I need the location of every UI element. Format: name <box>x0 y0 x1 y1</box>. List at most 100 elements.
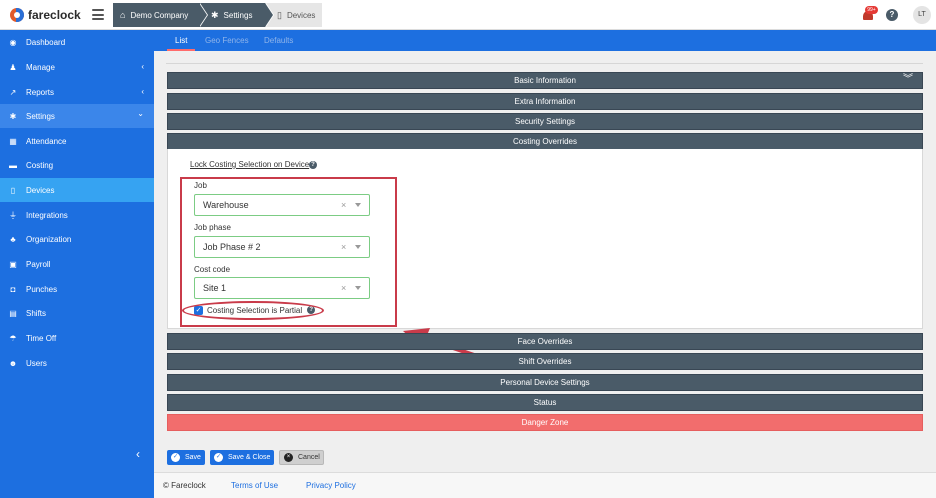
privacy-link[interactable]: Privacy Policy <box>306 473 356 498</box>
panel-face-overrides[interactable]: Face Overrides <box>167 333 923 350</box>
sidebar-item-label: Settings <box>26 111 55 121</box>
panel-personal-device-settings[interactable]: Personal Device Settings <box>167 374 923 391</box>
job-select-value: Warehouse <box>203 200 249 210</box>
sidebar-item-costing[interactable]: ▬ Costing <box>0 153 154 177</box>
costing-partial-label[interactable]: Costing Selection is Partial <box>207 306 302 315</box>
panel-danger-zone[interactable]: Danger Zone <box>167 414 923 431</box>
avatar[interactable]: LT <box>913 6 931 24</box>
dashboard-icon: ◉ <box>9 37 17 47</box>
sidebar-item-punches[interactable]: ◘ Punches <box>0 277 154 301</box>
clear-icon[interactable]: × <box>341 237 346 257</box>
panel-extra-information[interactable]: Extra Information <box>167 93 923 110</box>
cost-code-select[interactable]: Site 1 × <box>194 277 370 299</box>
tab-defaults[interactable]: Defaults <box>264 30 293 51</box>
sidebar-item-label: Payroll <box>26 259 51 269</box>
sidebar-item-organization[interactable]: ♣ Organization <box>0 227 154 251</box>
cost-code-select-value: Site 1 <box>203 283 227 293</box>
panel-costing-overrides[interactable]: Costing Overrides <box>167 133 923 150</box>
chevron-left-icon: ‹ <box>141 62 144 71</box>
sidebar-item-users[interactable]: ☻ Users <box>0 351 154 375</box>
sidebar-item-label: Users <box>26 358 47 368</box>
cancel-button[interactable]: × Cancel <box>279 450 324 465</box>
sidebar-item-label: Time Off <box>26 333 57 343</box>
cost-code-label: Cost code <box>194 265 231 274</box>
sidebar-item-settings[interactable]: ✱ Settings ⌄ <box>0 104 154 128</box>
breadcrumb-label: Settings <box>223 10 253 20</box>
attendance-icon: ▦ <box>9 136 17 146</box>
sidebar-item-label: Punches <box>26 284 58 294</box>
clear-icon[interactable]: × <box>341 195 346 215</box>
sidebar-item-shifts[interactable]: ▤ Shifts <box>0 301 154 325</box>
sidebar-item-time-off[interactable]: ☂ Time Off <box>0 326 154 350</box>
user-icon: ♟ <box>9 62 17 72</box>
save-button[interactable]: ✓ Save <box>167 450 205 465</box>
costing-partial-checkbox[interactable]: ✓ <box>194 305 203 315</box>
help-icon[interactable]: ? <box>309 161 317 169</box>
sidebar-item-label: Shifts <box>26 308 47 318</box>
breadcrumb-label: Devices <box>286 10 316 20</box>
logo-text: fareclock <box>28 8 81 22</box>
job-select[interactable]: Warehouse × <box>194 194 370 216</box>
menu-toggle-icon[interactable] <box>92 9 104 20</box>
sidebar-item-label: Devices <box>26 185 55 195</box>
double-chevron-down-icon[interactable]: ︾ <box>903 73 913 87</box>
copyright: © Fareclock <box>163 481 206 490</box>
job-label: Job <box>194 181 207 190</box>
close-icon: × <box>284 453 293 462</box>
panel-basic-information[interactable]: Basic Information ︾ <box>167 72 923 89</box>
sidebar-item-label: Integrations <box>26 210 68 220</box>
breadcrumb-demo-company[interactable]: ⌂ Demo Company <box>113 3 208 27</box>
sidebar-item-dashboard[interactable]: ◉ Dashboard <box>0 30 154 54</box>
breadcrumb-settings[interactable]: ✱ Settings <box>199 3 274 27</box>
clear-icon[interactable]: × <box>341 278 346 298</box>
plug-icon: ⏚ <box>9 210 17 220</box>
sidebar-item-label: Attendance <box>26 136 67 146</box>
tab-geo-fences[interactable]: Geo Fences <box>205 30 249 51</box>
terms-link[interactable]: Terms of Use <box>231 473 278 498</box>
chevron-down-icon[interactable] <box>355 286 361 290</box>
cancel-label: Cancel <box>298 454 320 461</box>
gear-icon: ✱ <box>211 9 219 20</box>
sidebar-item-devices[interactable]: ▯ Devices <box>0 178 154 202</box>
check-icon: ✓ <box>171 453 180 462</box>
notification-badge: 99+ <box>865 6 878 14</box>
sidebar-item-attendance[interactable]: ▦ Attendance <box>0 129 154 153</box>
check-icon: ✓ <box>214 453 223 462</box>
tab-list[interactable]: List <box>175 30 187 51</box>
notification-bell-icon[interactable]: 99+ <box>861 6 878 21</box>
sidebar: ◉ Dashboard ♟ Manage ‹ ↗ Reports ‹ ✱ Set… <box>0 30 154 498</box>
divider <box>166 63 923 64</box>
sidebar-item-label: Reports <box>26 87 55 97</box>
save-label: Save <box>185 454 201 461</box>
chevron-down-icon[interactable] <box>355 245 361 249</box>
sidebar-item-label: Dashboard <box>26 37 66 47</box>
save-close-button[interactable]: ✓ Save & Close <box>210 450 274 465</box>
breadcrumb-label: Demo Company <box>130 10 189 20</box>
chevron-down-icon[interactable] <box>355 203 361 207</box>
costing-partial-row: ✓ Costing Selection is Partial ? <box>194 304 316 316</box>
tab-strip: List Geo Fences Defaults <box>154 30 936 51</box>
panel-status[interactable]: Status <box>167 394 923 411</box>
money-icon: ▣ <box>9 259 17 269</box>
panel-security-settings[interactable]: Security Settings <box>167 113 923 130</box>
sidebar-item-manage[interactable]: ♟ Manage ‹ <box>0 55 154 79</box>
sidebar-item-label: Manage <box>26 62 55 72</box>
sidebar-item-payroll[interactable]: ▣ Payroll <box>0 252 154 276</box>
sidebar-collapse-icon[interactable]: ‹ <box>136 447 140 461</box>
panel-title: Basic Information <box>514 76 576 85</box>
help-icon[interactable]: ? <box>886 9 898 21</box>
fareclock-logo-icon <box>10 8 24 22</box>
panel-title: Danger Zone <box>521 418 569 427</box>
help-icon[interactable]: ? <box>307 306 316 314</box>
sidebar-item-reports[interactable]: ↗ Reports ‹ <box>0 80 154 104</box>
job-phase-select[interactable]: Job Phase # 2 × <box>194 236 370 258</box>
job-phase-label: Job phase <box>194 223 231 232</box>
chart-icon: ↗ <box>9 87 17 97</box>
sidebar-item-label: Costing <box>26 160 54 170</box>
panel-title: Personal Device Settings <box>500 378 590 387</box>
logo[interactable]: fareclock <box>10 7 81 23</box>
lock-costing-label[interactable]: Lock Costing Selection on Device <box>190 160 309 169</box>
sidebar-item-integrations[interactable]: ⏚ Integrations <box>0 203 154 227</box>
panel-shift-overrides[interactable]: Shift Overrides <box>167 353 923 370</box>
panel-title: Shift Overrides <box>518 357 572 366</box>
